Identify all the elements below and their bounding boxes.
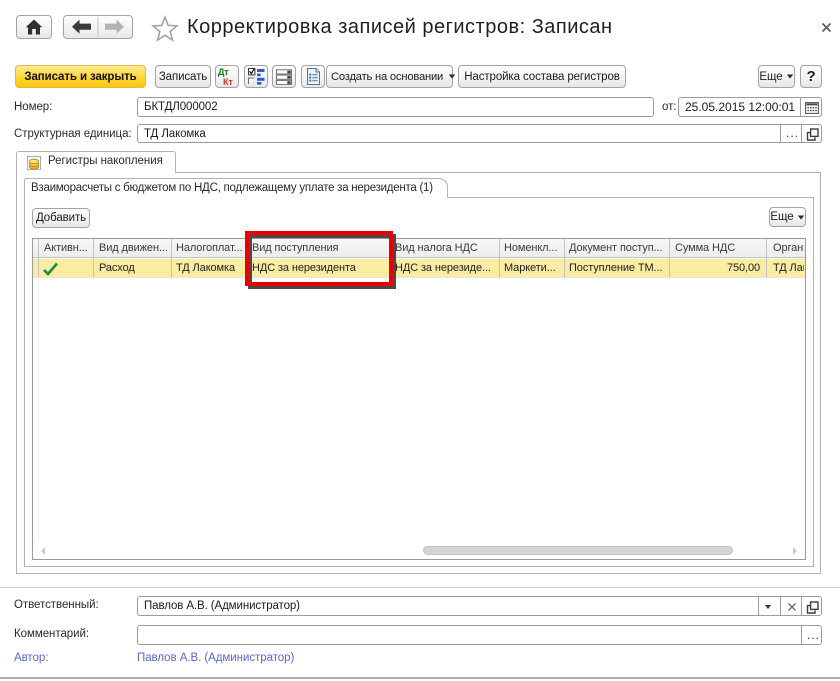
svg-text:Кт: Кт (223, 77, 233, 86)
svg-text:Дт: Дт (218, 67, 229, 77)
